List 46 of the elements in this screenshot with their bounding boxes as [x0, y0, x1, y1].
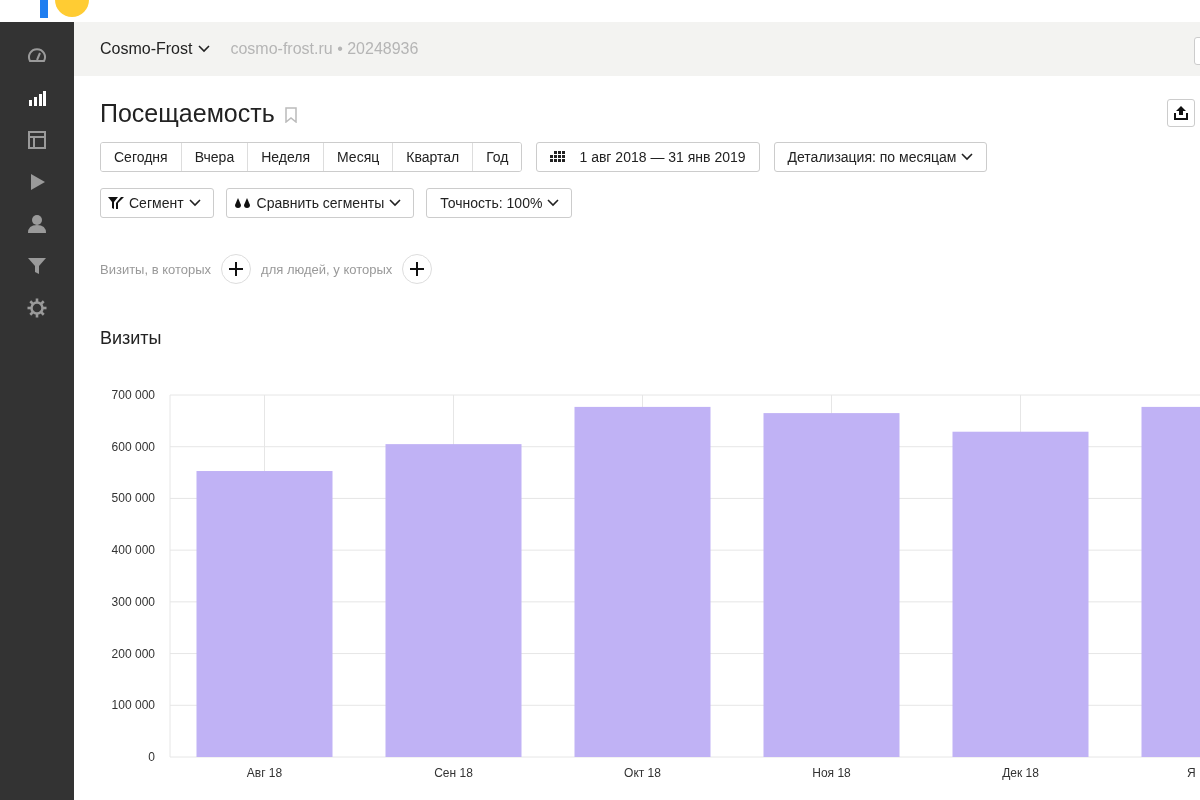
- export-button[interactable]: [1167, 99, 1195, 127]
- segment-button[interactable]: Сегмент: [100, 188, 214, 218]
- page-title: Посещаемость: [100, 98, 275, 128]
- calendar-icon: [550, 151, 567, 163]
- x-axis-label: Я: [1187, 766, 1196, 780]
- add-condition-button[interactable]: [402, 254, 433, 284]
- bookmark-icon: [284, 107, 297, 123]
- x-axis-label: Дек 18: [1002, 766, 1039, 780]
- settings-icon[interactable]: [27, 298, 47, 318]
- y-axis-label: 100 000: [111, 698, 155, 713]
- drops-icon: [233, 196, 252, 210]
- plus-icon: [229, 262, 244, 276]
- y-axis-label: 200 000: [111, 646, 155, 661]
- y-axis-label: 0: [148, 750, 155, 764]
- layout-icon[interactable]: [27, 130, 47, 150]
- y-axis-label: 500 000: [111, 491, 155, 506]
- compare-segments-button[interactable]: Сравнить сегменты: [225, 188, 415, 218]
- condition-label: для людей, у которых: [261, 261, 393, 277]
- caret-icon: [961, 153, 974, 161]
- export-icon: [1173, 105, 1189, 121]
- period-button[interactable]: Сегодня: [101, 143, 182, 171]
- condition-label: Визиты, в которых: [100, 261, 212, 277]
- caret-icon: [547, 199, 560, 207]
- add-condition-button[interactable]: [221, 254, 252, 284]
- chart-title: Визиты: [100, 328, 162, 349]
- plus-icon: [410, 262, 425, 276]
- x-axis-label: Сен 18: [434, 766, 473, 780]
- accuracy-dropdown[interactable]: Точность: 100%: [426, 188, 573, 218]
- caret-icon: [198, 45, 211, 53]
- bar-chart-icon[interactable]: [27, 88, 47, 108]
- y-axis-label: 700 000: [111, 388, 155, 402]
- x-axis-label: Окт 18: [624, 766, 661, 780]
- caret-icon: [188, 199, 201, 207]
- x-axis-label: Авг 18: [246, 766, 283, 780]
- y-axis-label: 400 000: [111, 543, 155, 558]
- site-info: cosmo-frost.ru • 20248936: [230, 40, 419, 58]
- y-axis-label: 600 000: [111, 439, 155, 454]
- detail-dropdown[interactable]: Детализация: по месяцам: [773, 142, 988, 172]
- person-icon[interactable]: [27, 214, 47, 234]
- counter-selector[interactable]: Cosmo-Frost: [100, 40, 211, 58]
- y-axis-label: 300 000: [111, 594, 155, 609]
- date-range-button[interactable]: 1 авг 2018 — 31 янв 2019: [536, 142, 760, 172]
- caret-icon: [389, 199, 402, 207]
- filter-icon[interactable]: [27, 256, 47, 276]
- x-axis-label: Ноя 18: [812, 766, 851, 780]
- filter-icon: [108, 196, 124, 210]
